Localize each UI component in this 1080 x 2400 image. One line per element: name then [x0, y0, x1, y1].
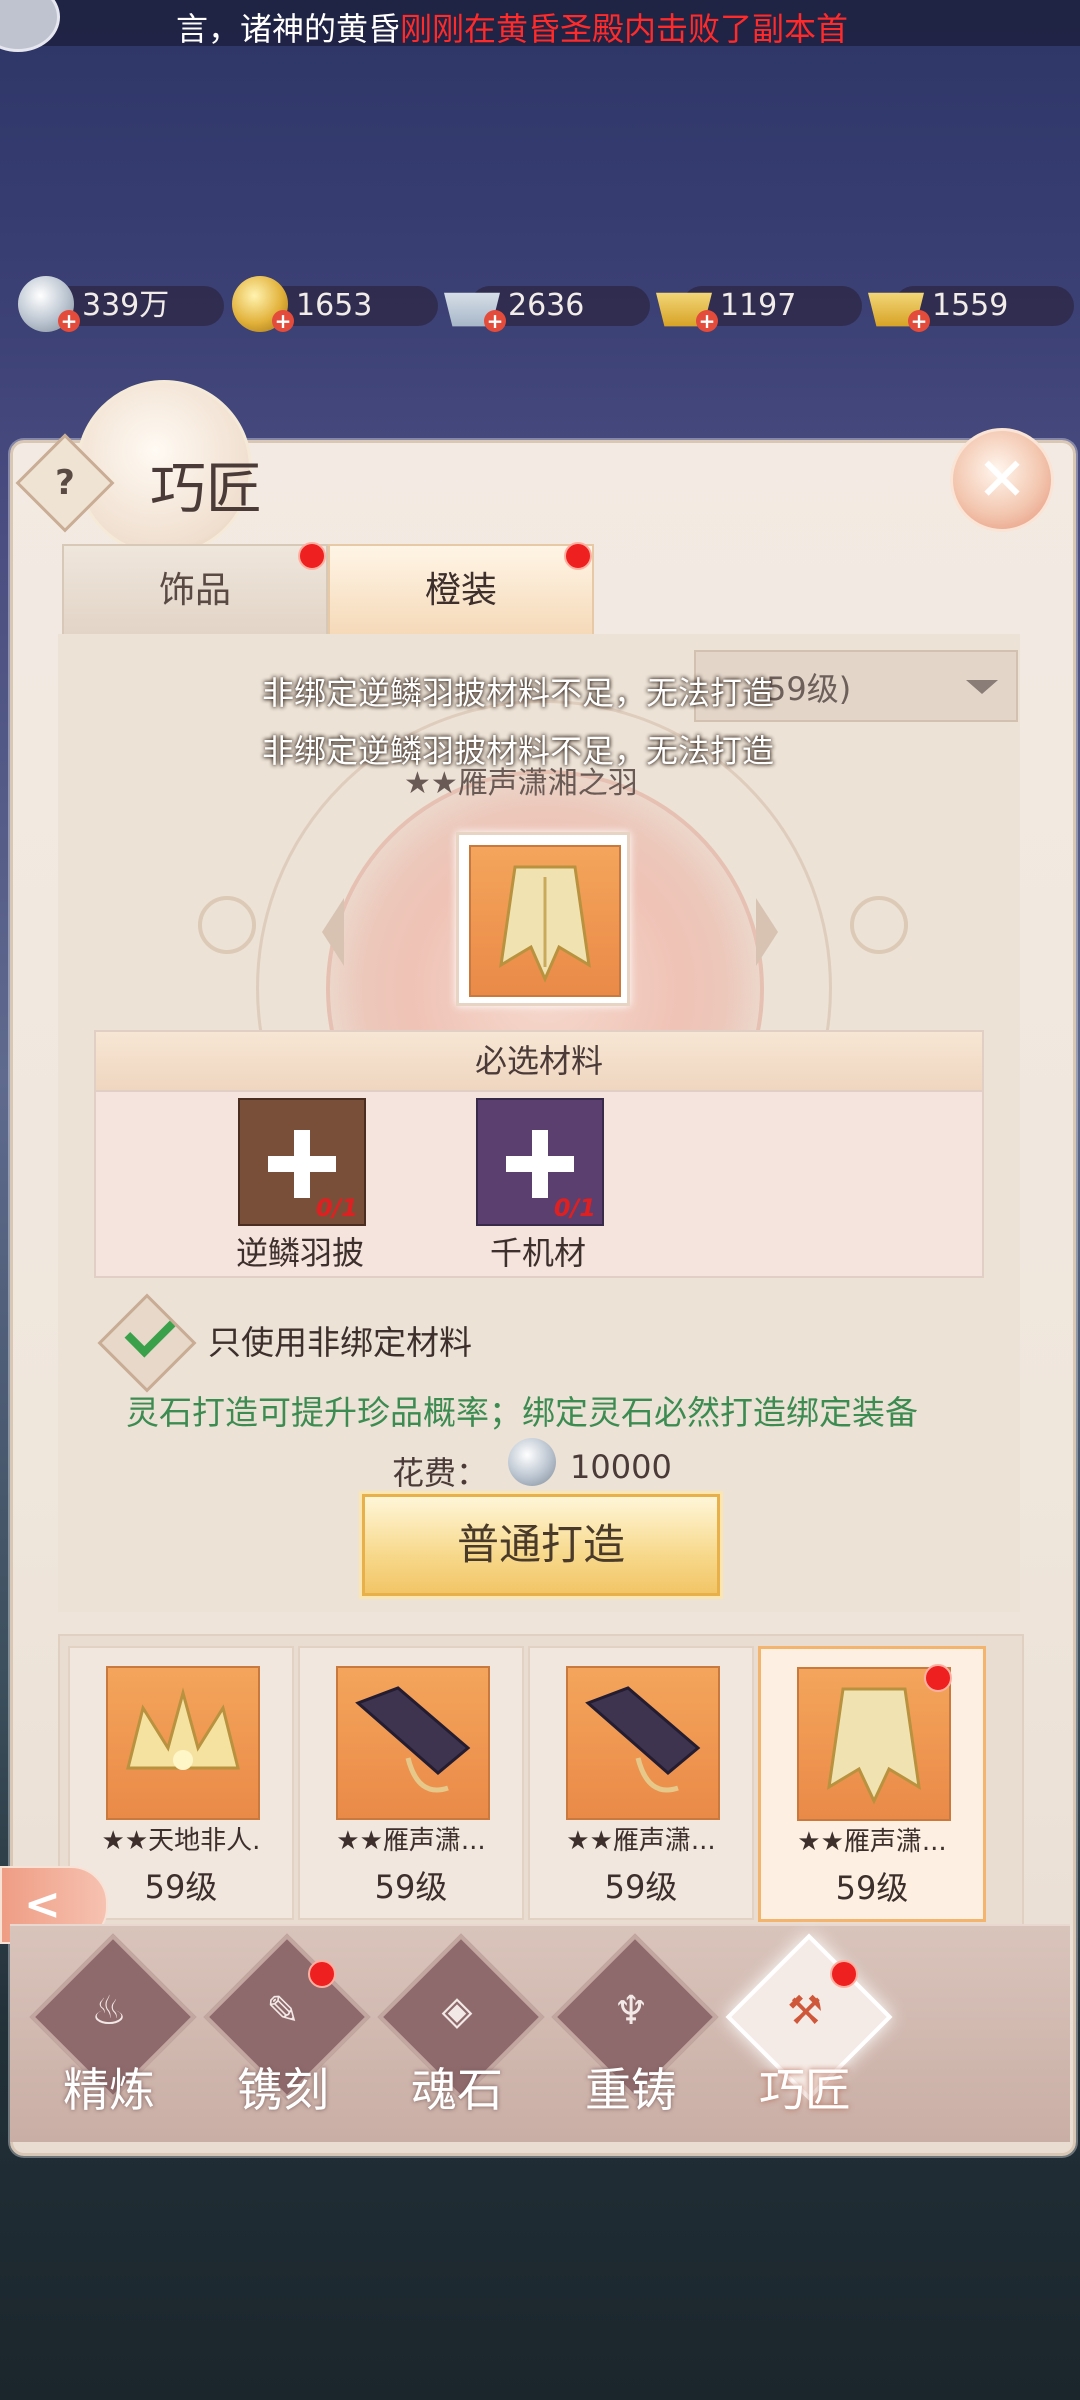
currency-value: 1559 [932, 288, 1009, 323]
crown-icon [106, 1666, 260, 1820]
plus-icon [268, 1130, 336, 1198]
notification-badge [924, 1664, 952, 1692]
nav-soulstone-label: 魂石 [411, 2063, 503, 2117]
add-icon[interactable]: + [484, 310, 506, 332]
forge-button[interactable]: 普通打造 [362, 1494, 720, 1596]
notification-badge [830, 1960, 858, 1988]
currency-silver[interactable]: + 339万 [18, 276, 224, 332]
recipe-name: ★★雁声潇... [336, 1826, 486, 1856]
moon-ornament-icon [850, 896, 908, 954]
recipe-card[interactable]: ★★雁声潇... 59级 [528, 1646, 754, 1920]
tab-orange-gear[interactable]: 橙装 [328, 544, 594, 638]
recipe-level: 59级 [604, 1868, 678, 1906]
currency-value: 339万 [82, 288, 170, 323]
filter-value: 59级) [766, 670, 852, 708]
notification-badge [564, 542, 592, 570]
next-item-arrow[interactable] [756, 898, 778, 966]
materials-header: 必选材料 [94, 1030, 984, 1092]
currency-silver-ingot[interactable]: + 2636 [444, 276, 650, 332]
cape-icon [797, 1667, 951, 1821]
material-slot[interactable]: 0/1 [476, 1098, 604, 1226]
recipe-card[interactable]: ★★雁声潇... 59级 [298, 1646, 524, 1920]
avatar[interactable] [0, 0, 60, 52]
cost-value: 10000 [570, 1448, 672, 1486]
forge-hint: 灵石打造可提升珍品概率；绑定灵石必然打造绑定装备 [126, 1393, 918, 1432]
cape-icon [469, 845, 621, 997]
material-count: 0/1 [315, 1194, 358, 1222]
recipe-name: ★★雁声潇... [566, 1826, 716, 1856]
plus-icon [506, 1130, 574, 1198]
add-icon[interactable]: + [272, 310, 294, 332]
recipe-level: 59级 [835, 1869, 909, 1907]
nav-craftsman-label: 巧匠 [759, 2063, 851, 2117]
notification-badge [308, 1960, 336, 1988]
checkbox-label: 只使用非绑定材料 [208, 1323, 472, 1362]
currency-gold-ingot[interactable]: + 1559 [868, 276, 1074, 332]
add-icon[interactable]: + [696, 310, 718, 332]
prev-item-arrow[interactable] [322, 898, 344, 966]
recipe-name: ★★雁声潇... [797, 1827, 947, 1857]
announcement-ticker: 言，诸神的黄昏刚刚在黄昏圣殿内击败了副本首 [0, 0, 1080, 52]
hammer-icon: ⚒ [787, 1988, 823, 2034]
currency-value: 1197 [720, 288, 797, 323]
notification-badge [298, 542, 326, 570]
currency-value: 1653 [296, 288, 373, 323]
add-icon[interactable]: + [908, 310, 930, 332]
silver-coin-icon [508, 1438, 556, 1486]
close-icon: ✕ [976, 445, 1028, 515]
bracer-icon [566, 1666, 720, 1820]
tab-accessories[interactable]: 饰品 [62, 544, 328, 638]
soulstone-icon: ◈ [441, 1988, 473, 2034]
target-item-name: ★★雁声潇湘之羽 [404, 766, 638, 801]
recipe-level: 59级 [374, 1868, 448, 1906]
material-count: 0/1 [553, 1194, 596, 1222]
nav-recast-label: 重铸 [585, 2063, 677, 2117]
cost-label: 花费： [392, 1454, 489, 1492]
chevron-down-icon [966, 680, 998, 694]
toast-message: 非绑定逆鳞羽披材料不足，无法打造 [262, 674, 775, 712]
material-slot[interactable]: 0/1 [238, 1098, 366, 1226]
nav-engrave-label: 镌刻 [237, 2063, 329, 2117]
close-button[interactable]: ✕ [950, 428, 1054, 532]
add-icon[interactable]: + [58, 310, 80, 332]
recipe-name: ★★天地非人. [101, 1826, 261, 1856]
currency-gold[interactable]: + 1653 [232, 276, 438, 332]
refine-icon: ♨ [91, 1988, 127, 2034]
engrave-icon: ✎ [266, 1988, 300, 2034]
recipe-card-selected[interactable]: ★★雁声潇... 59级 [758, 1646, 986, 1922]
material-name: 千机材 [489, 1234, 586, 1272]
currency-bound-ingot[interactable]: + 1197 [656, 276, 862, 332]
recast-icon: ♆ [613, 1988, 649, 2034]
target-item-slot[interactable] [456, 832, 630, 1006]
panel-title: 巧匠 [150, 457, 262, 522]
ticker-text: 言，诸神的黄昏刚刚在黄昏圣殿内击败了副本首 [176, 10, 849, 48]
bracer-icon [336, 1666, 490, 1820]
material-name: 逆鳞羽披 [235, 1234, 364, 1272]
moon-ornament-icon [198, 896, 256, 954]
nav-refine-label: 精炼 [63, 2063, 155, 2117]
currency-value: 2636 [508, 288, 585, 323]
